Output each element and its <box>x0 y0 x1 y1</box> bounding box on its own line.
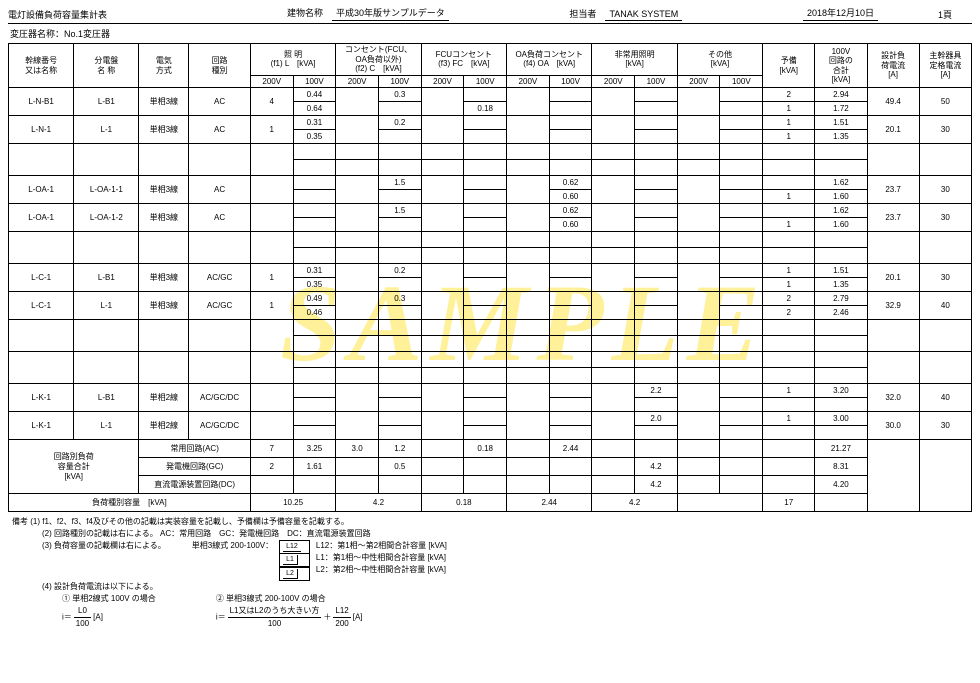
table-row: L-OA-1L-OA-1-2単相3線AC1.50.621.6223.730 <box>9 204 972 218</box>
building-name: 平成30年版サンプルデータ <box>332 6 449 21</box>
col-reserve: 予備[kVA] <box>763 44 815 88</box>
building-label: 建物名称 <box>287 8 323 18</box>
col-circuit: 回路 種別 <box>189 44 251 88</box>
col-fcu: FCUコンセント(f3) FC [kVA] <box>421 44 506 76</box>
table-row: L-C-1L-B1単相3線AC/GC10.310.211.5120.130 <box>9 264 972 278</box>
table-row: L-C-1L-1単相3線AC/GC10.490.322.7932.940 <box>9 292 972 306</box>
col-emerg: 非常用照明[kVA] <box>592 44 677 76</box>
page-number: 1頁 <box>938 8 952 21</box>
report-title: 電灯設備負荷容量集計表 <box>8 8 107 21</box>
col-other: その他[kVA] <box>677 44 762 76</box>
layout-box-icon: L12 L1 L2 <box>279 540 310 581</box>
table-row: L-K-1L-1単相2線AC/GC/DC2.013.0030.030 <box>9 412 972 426</box>
col-panel: 分電盤 名 称 <box>74 44 139 88</box>
totals-label: 回路別負荷 容量合計 [kVA] <box>9 440 139 494</box>
table-row: L-N-B1L-B1単相3線AC40.440.322.9449.450 <box>9 88 972 102</box>
total-gc-label: 発電機回路(GC) <box>139 458 250 476</box>
col-outlet: コンセント(FCU、 OA負荷以外)(f2) C [kVA] <box>336 44 421 76</box>
col-rated-amp: 主幹器具 定格電流[A] <box>919 44 971 88</box>
total-dc-label: 直流電源装置回路(DC) <box>139 476 250 494</box>
table-row: L-K-1L-B1単相2線AC/GC/DC2.213.2032.040 <box>9 384 972 398</box>
col-design-amp: 設計負 荷電流[A] <box>867 44 919 88</box>
col-sum100: 100V 回路の 合計[kVA] <box>815 44 867 88</box>
col-trunk: 幹線番号 又は名称 <box>9 44 74 88</box>
col-wiring: 電気 方式 <box>139 44 189 88</box>
table-row: L-OA-1L-OA-1-1単相3線AC1.50.621.6223.730 <box>9 176 972 190</box>
report-date: 2018年12月10日 <box>803 6 878 21</box>
person-label: 担当者 <box>569 9 596 19</box>
table-row: L-N-1L-1単相3線AC10.310.211.5120.130 <box>9 116 972 130</box>
total-ac-label: 常用回路(AC) <box>139 440 250 458</box>
col-light: 照 明(f1) L [kVA] <box>250 44 335 76</box>
footnotes: 備考 (1) f1、f2、f3、f4及びその他の記載は実装容量を記載し、予備欄は… <box>8 516 972 630</box>
col-oa: OA負荷コンセント(f4) OA [kVA] <box>507 44 592 76</box>
header-bar: 電灯設備負荷容量集計表 建物名称 平成30年版サンプルデータ 担当者 TANAK… <box>8 6 972 24</box>
transformer-name: 変圧器名称：No.1変圧器 <box>10 27 972 40</box>
load-table: 幹線番号 又は名称 分電盤 名 称 電気 方式 回路 種別 照 明(f1) L … <box>8 43 972 512</box>
person-name: TANAK SYSTEM <box>605 9 682 21</box>
total-type-label: 負荷種別容量 [kVA] <box>9 494 251 512</box>
